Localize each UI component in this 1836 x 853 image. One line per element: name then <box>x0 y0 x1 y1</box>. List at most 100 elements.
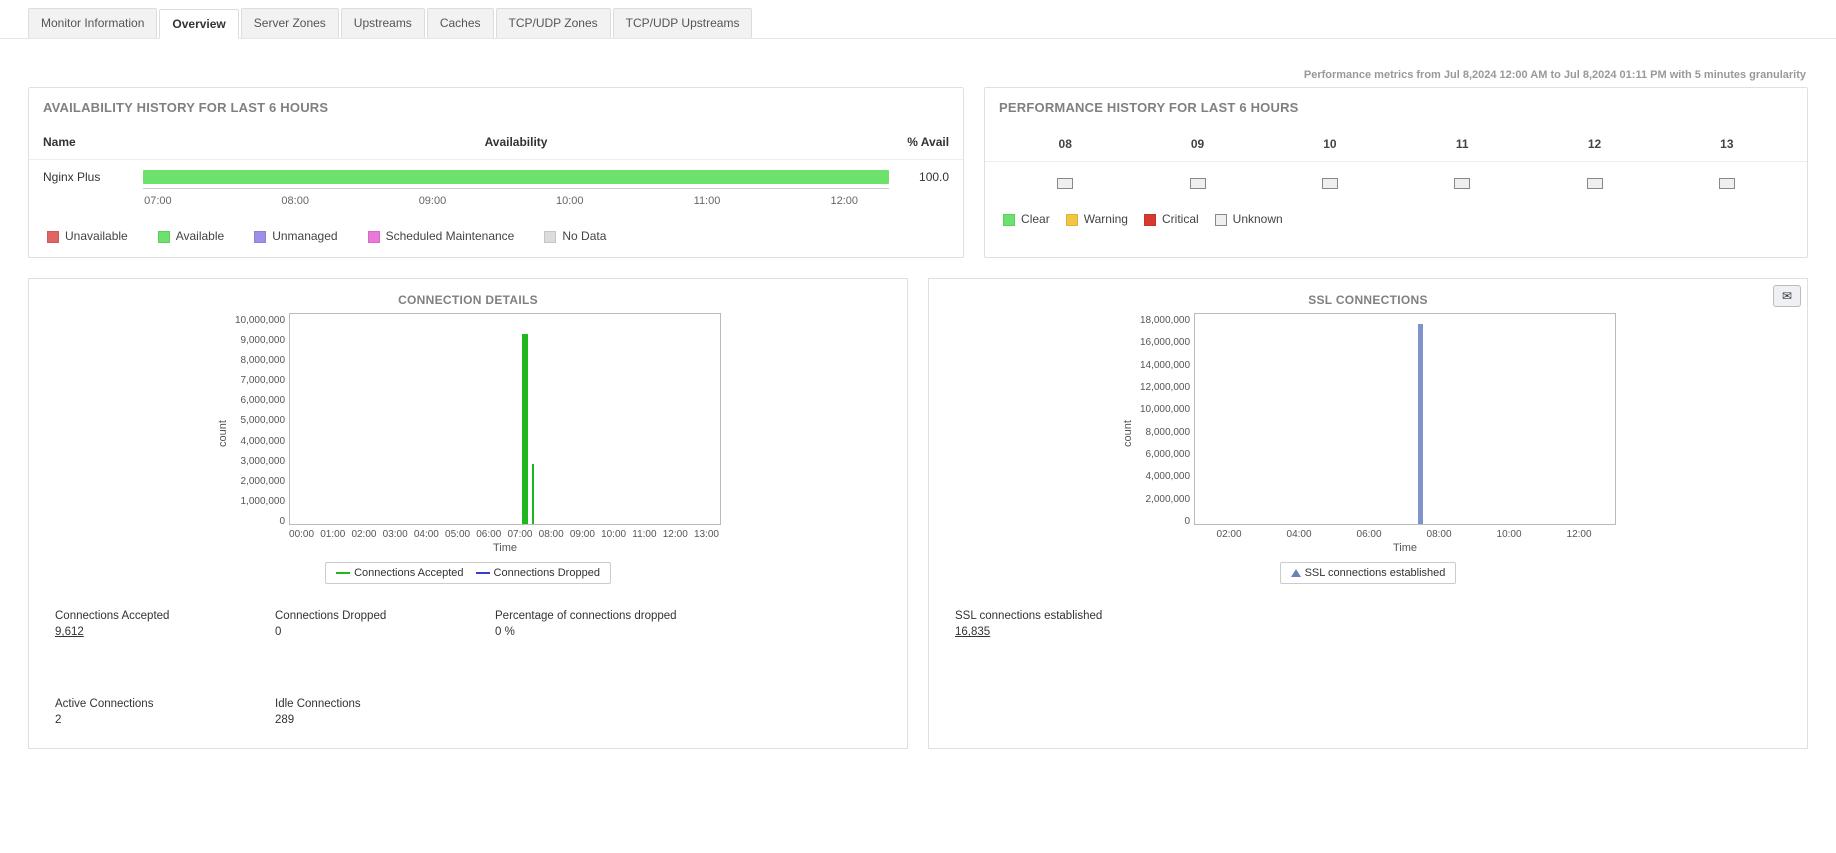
perf-cell <box>1528 178 1660 192</box>
xtick: 11:00 <box>632 529 656 540</box>
xtick: 01:00 <box>320 529 345 540</box>
unknown-icon <box>1190 178 1206 189</box>
performance-hours: 080910111213 <box>985 127 1807 162</box>
legend-item: Available <box>158 229 224 243</box>
ssl-stat-label: SSL connections established <box>955 610 1115 622</box>
legend-item: Connections Dropped <box>476 567 600 579</box>
stat-value: 2 <box>55 714 215 726</box>
ytick: 10,000,000 <box>235 315 285 326</box>
availability-bar <box>143 170 889 184</box>
xtick: 04:00 <box>414 529 439 540</box>
ssl-stat-value[interactable]: 16,835 <box>955 626 1115 638</box>
connection-ylabel: count <box>215 313 231 554</box>
ytick: 6,000,000 <box>241 395 286 406</box>
ssl-ylabel: count <box>1120 313 1136 554</box>
connection-plot <box>289 313 721 525</box>
ytick: 5,000,000 <box>241 415 286 426</box>
xtick: 06:00 <box>476 529 501 540</box>
availability-card: AVAILABILITY HISTORY FOR LAST 6 HOURS Na… <box>28 87 964 258</box>
performance-card: PERFORMANCE HISTORY FOR LAST 6 HOURS 080… <box>984 87 1808 258</box>
availability-legend: UnavailableAvailableUnmanagedScheduled M… <box>29 219 963 257</box>
connection-legend: Connections AcceptedConnections Dropped <box>325 562 611 584</box>
legend-item: Clear <box>1003 212 1050 226</box>
ytick: 4,000,000 <box>1146 471 1191 482</box>
ytick: 8,000,000 <box>241 355 286 366</box>
connection-title: CONNECTION DETAILS <box>29 279 907 313</box>
legend-item: Unavailable <box>47 229 128 243</box>
legend-item: Unknown <box>1215 212 1283 226</box>
col-availability: Availability <box>143 135 889 149</box>
ytick: 4,000,000 <box>241 436 286 447</box>
tab-overview[interactable]: Overview <box>159 9 238 39</box>
unknown-icon <box>1454 178 1470 189</box>
ssl-stats: SSL connections established 16,835 <box>929 584 1807 646</box>
performance-title: PERFORMANCE HISTORY FOR LAST 6 HOURS <box>985 88 1807 127</box>
legend-item: Scheduled Maintenance <box>368 229 515 243</box>
xtick: 13:00 <box>694 529 719 540</box>
xtick: 10:00 <box>1497 529 1522 540</box>
email-icon[interactable]: ✉ <box>1773 285 1801 307</box>
ytick: 12,000,000 <box>1140 382 1190 393</box>
stat-value: 0 % <box>495 626 677 638</box>
legend-item: Critical <box>1144 212 1199 226</box>
axis-tick: 08:00 <box>281 195 309 207</box>
axis-tick: 07:00 <box>144 195 172 207</box>
ytick: 1,000,000 <box>241 496 286 507</box>
ytick: 10,000,000 <box>1140 404 1190 415</box>
perf-cell <box>1264 178 1396 192</box>
col-name: Name <box>43 135 143 149</box>
tab-tcp-udp-zones[interactable]: TCP/UDP Zones <box>496 8 611 38</box>
connection-yaxis: 10,000,0009,000,0008,000,0007,000,0006,0… <box>231 313 289 529</box>
ytick: 16,000,000 <box>1140 337 1190 348</box>
tab-caches[interactable]: Caches <box>427 8 494 38</box>
xtick: 12:00 <box>663 529 688 540</box>
perf-cell <box>1131 178 1263 192</box>
availability-title: AVAILABILITY HISTORY FOR LAST 6 HOURS <box>29 88 963 127</box>
xtick: 07:00 <box>507 529 532 540</box>
xtick: 08:00 <box>539 529 564 540</box>
ytick: 8,000,000 <box>1146 427 1191 438</box>
stat-label: Active Connections <box>55 698 215 710</box>
legend-item: No Data <box>544 229 606 243</box>
perf-cell <box>1396 178 1528 192</box>
perf-cell <box>999 178 1131 192</box>
ytick: 0 <box>279 516 285 527</box>
legend-item: Warning <box>1066 212 1128 226</box>
perf-cell <box>1661 178 1793 192</box>
ssl-xlabel: Time <box>1194 542 1616 554</box>
connection-details-card: CONNECTION DETAILS count 10,000,0009,000… <box>28 278 908 749</box>
stat: Active Connections 2 <box>55 698 215 726</box>
tab-monitor-information[interactable]: Monitor Information <box>28 8 157 38</box>
connection-xaxis: 00:0001:0002:0003:0004:0005:0006:0007:00… <box>289 525 719 540</box>
ytick: 0 <box>1184 516 1190 527</box>
xtick: 05:00 <box>445 529 470 540</box>
unknown-icon <box>1719 178 1735 189</box>
perf-hour: 12 <box>1528 137 1660 151</box>
availability-axis: 07:0008:0009:0010:0011:0012:00 <box>143 188 889 213</box>
ytick: 18,000,000 <box>1140 315 1190 326</box>
ytick: 7,000,000 <box>241 375 286 386</box>
row-pct: 100.0 <box>889 170 949 184</box>
axis-tick: 12:00 <box>831 195 859 207</box>
tab-upstreams[interactable]: Upstreams <box>341 8 425 38</box>
stat-value[interactable]: 9,612 <box>55 626 215 638</box>
stat-value: 0 <box>275 626 435 638</box>
xtick: 06:00 <box>1357 529 1382 540</box>
xtick: 09:00 <box>570 529 595 540</box>
tab-tcp-udp-upstreams[interactable]: TCP/UDP Upstreams <box>613 8 753 38</box>
tabs: Monitor InformationOverviewServer ZonesU… <box>0 0 1836 39</box>
ssl-legend: SSL connections established <box>1280 562 1457 584</box>
xtick: 04:00 <box>1287 529 1312 540</box>
unknown-icon <box>1057 178 1073 189</box>
unknown-icon <box>1587 178 1603 189</box>
xtick: 10:00 <box>601 529 626 540</box>
xtick: 00:00 <box>289 529 314 540</box>
tab-server-zones[interactable]: Server Zones <box>241 8 339 38</box>
ytick: 6,000,000 <box>1146 449 1191 460</box>
perf-hour: 10 <box>1264 137 1396 151</box>
performance-status-row <box>985 162 1807 202</box>
xtick: 12:00 <box>1567 529 1592 540</box>
ytick: 3,000,000 <box>241 456 286 467</box>
stat: Percentage of connections dropped0 % <box>495 610 677 638</box>
connection-stats: Connections Accepted9,612Connections Dro… <box>29 584 907 734</box>
